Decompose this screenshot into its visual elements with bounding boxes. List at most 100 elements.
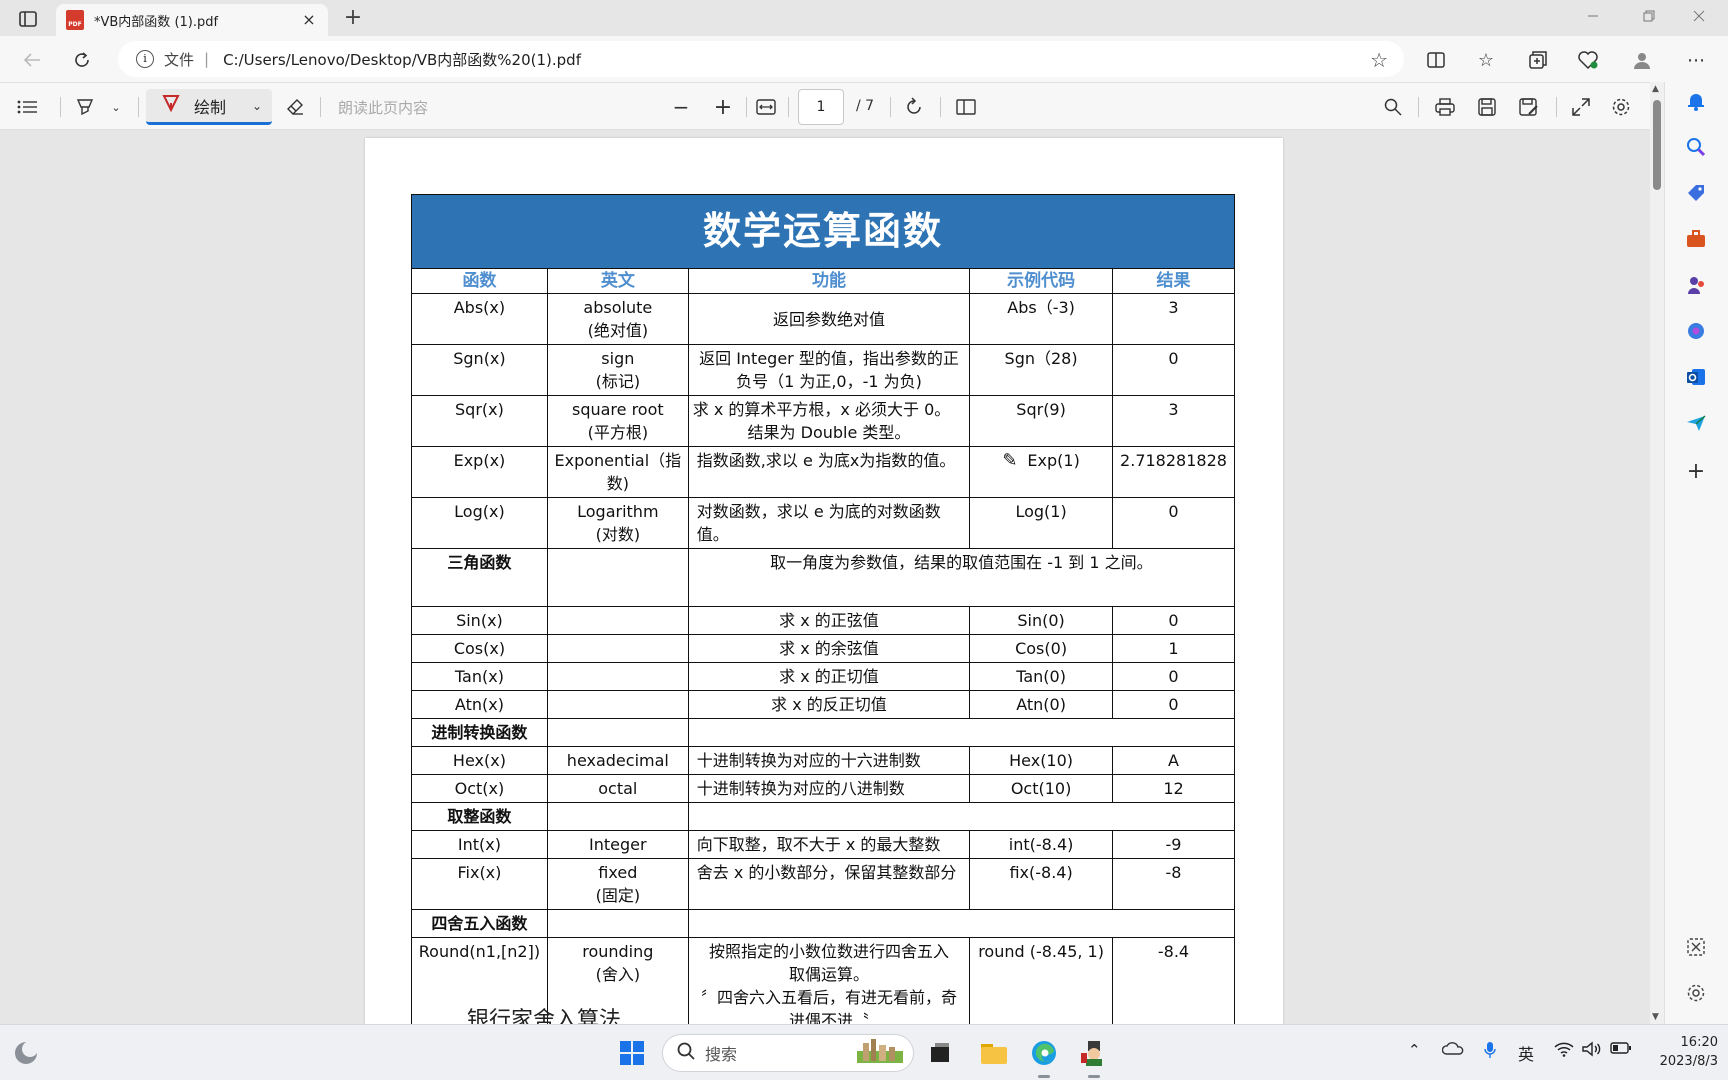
tab-close-button[interactable]: × xyxy=(300,11,318,29)
highlight-options-chevron-icon[interactable]: ⌄ xyxy=(106,93,126,121)
volume-icon[interactable] xyxy=(1582,1041,1602,1061)
example-cell: ✎ Exp(1) xyxy=(969,446,1113,498)
browser-essentials-icon[interactable] xyxy=(1572,44,1604,76)
back-button[interactable] xyxy=(16,44,48,76)
header-feature: 功能 xyxy=(687,268,971,294)
battery-icon[interactable] xyxy=(1610,1041,1632,1059)
url-text[interactable]: C:/Users/Lenovo/Desktop/VB内部函数%20(1).pdf xyxy=(223,49,581,70)
active-tab[interactable]: PDF *VB内部函数 (1).pdf × xyxy=(56,4,328,36)
windows-taskbar: 搜索 ⌃ 英 16:20 2023/8/3 xyxy=(0,1024,1728,1080)
scroll-down-icon[interactable]: ▼ xyxy=(1652,1012,1659,1022)
english-translation: (绝对值) xyxy=(587,321,649,340)
split-screen-icon[interactable] xyxy=(1420,44,1452,76)
address-toolbar: i 文件 | C:/Users/Lenovo/Desktop/VB内部函数%20… xyxy=(0,36,1728,82)
collections-icon[interactable] xyxy=(1522,44,1554,76)
search-icon[interactable] xyxy=(1683,134,1709,160)
print-icon[interactable] xyxy=(1432,93,1458,121)
onedrive-icon[interactable] xyxy=(1441,1041,1464,1059)
tray-overflow-chevron-icon[interactable]: ⌃ xyxy=(1408,1041,1421,1059)
feature-cell: 按照指定的小数位数进行四舍五入 取偶运算。 〞四舍六入五看后，有进无看前，奇 进… xyxy=(687,937,971,1024)
page-number-input[interactable]: 1 xyxy=(798,89,844,125)
contents-list-icon[interactable] xyxy=(14,93,40,121)
search-icon[interactable] xyxy=(1380,93,1406,121)
save-icon[interactable] xyxy=(1474,93,1500,121)
pdf-viewer[interactable]: 数学运算函数 函数 英文 功能 示例代码 结果 Abs(x) absolute (… xyxy=(0,130,1650,1024)
info-icon[interactable]: i xyxy=(136,50,154,68)
english-translation: (舍入) xyxy=(595,965,641,984)
wifi-icon[interactable] xyxy=(1554,1041,1574,1061)
section-title: 取整函数 xyxy=(411,802,548,831)
table-row: Exp(x) Exponential（指 数) 指数函数,求以 e 为底x为指数的… xyxy=(411,446,1236,498)
refresh-button[interactable] xyxy=(66,44,98,76)
english-cell: Logarithm (对数) xyxy=(546,497,689,549)
rotate-icon[interactable] xyxy=(900,93,928,121)
pdf-settings-gear-icon[interactable] xyxy=(1608,93,1634,121)
favorite-star-icon[interactable]: ☆ xyxy=(1370,48,1388,72)
table-banner-row: 数学运算函数 xyxy=(411,194,1235,269)
more-menu-icon[interactable]: ⋯ xyxy=(1680,44,1712,76)
feature-cell: 求 x 的算术平方根，x 必须大于 0。 结果为 Double 类型。 xyxy=(687,395,971,447)
file-scheme-label: 文件 xyxy=(164,50,195,69)
page-view-icon[interactable] xyxy=(952,93,980,121)
start-button[interactable] xyxy=(614,1035,650,1071)
edge-browser-icon[interactable] xyxy=(1026,1035,1062,1071)
draw-options-chevron-icon[interactable]: ⌄ xyxy=(252,99,262,113)
new-tab-button[interactable]: + xyxy=(340,6,366,32)
result-cell: 3 xyxy=(1111,395,1236,447)
english-cell xyxy=(546,634,689,663)
example-cell: round (-8.45, 1) xyxy=(969,937,1113,1024)
feature-cell: 返回 Integer 型的值，指出参数的正 负号（1 为正,0，-1 为负) xyxy=(687,344,971,396)
feature-cell: 求 x 的反正切值 xyxy=(687,690,971,719)
toolbar-divider xyxy=(940,97,941,117)
scrollbar-thumb[interactable] xyxy=(1653,100,1661,190)
profile-avatar[interactable] xyxy=(1626,44,1658,76)
favorites-icon[interactable]: ☆ xyxy=(1470,44,1502,76)
zoom-in-icon[interactable]: + xyxy=(710,93,736,121)
fit-to-width-icon[interactable] xyxy=(752,93,780,121)
widgets-icon[interactable] xyxy=(8,1035,44,1071)
result-cell: -8 xyxy=(1111,858,1236,910)
scheme-separator: | xyxy=(204,50,210,68)
app-character-icon[interactable] xyxy=(1076,1035,1112,1071)
restore-button[interactable] xyxy=(1634,6,1664,30)
eraser-icon[interactable] xyxy=(282,93,308,121)
scroll-up-icon[interactable]: ▲ xyxy=(1652,84,1659,94)
draw-button[interactable]: 绘制 ⌄ xyxy=(146,89,272,125)
add-sidebar-app-icon[interactable]: + xyxy=(1683,458,1709,484)
ime-indicator[interactable]: 英 xyxy=(1518,1041,1534,1065)
taskbar-search[interactable]: 搜索 xyxy=(662,1034,914,1072)
table-row: Hex(x) hexadecimal 十进制转换为对应的十六进制数 Hex(10… xyxy=(411,746,1236,775)
pencil-icon: ✎ xyxy=(1002,450,1018,471)
fullscreen-icon[interactable] xyxy=(1568,93,1594,121)
task-view-icon[interactable] xyxy=(922,1035,958,1071)
highlight-icon[interactable] xyxy=(72,93,98,121)
tab-actions-icon[interactable] xyxy=(16,8,40,30)
file-explorer-icon[interactable] xyxy=(976,1035,1012,1071)
read-aloud-button[interactable]: 朗读此页内容 xyxy=(338,97,428,118)
toolbar-divider xyxy=(138,97,139,117)
active-app-indicator xyxy=(1038,1075,1050,1078)
viewer-scrollbar[interactable]: ▲ ▼ xyxy=(1650,82,1664,1024)
outlook-icon[interactable] xyxy=(1683,364,1709,390)
tools-briefcase-icon[interactable] xyxy=(1683,226,1709,252)
system-clock[interactable]: 16:20 2023/8/3 xyxy=(1648,1033,1718,1071)
zoom-out-icon[interactable]: − xyxy=(668,93,694,121)
example-cell: Sgn（28) xyxy=(969,344,1113,396)
games-icon[interactable] xyxy=(1683,272,1709,298)
feature-cell: 对数函数，求以 e 为底的对数函数 值。 xyxy=(687,497,971,549)
close-window-button[interactable] xyxy=(1684,6,1714,30)
sidebar-settings-gear-icon[interactable] xyxy=(1683,980,1709,1006)
table-row: Atn(x) 求 x 的反正切值 Atn(0) 0 xyxy=(411,690,1236,719)
shopping-tag-icon[interactable] xyxy=(1683,180,1709,206)
save-as-icon[interactable] xyxy=(1516,93,1542,121)
copilot-icon[interactable] xyxy=(1683,318,1709,344)
notification-bell-icon[interactable] xyxy=(1683,88,1709,114)
address-bar[interactable]: i 文件 | C:/Users/Lenovo/Desktop/VB内部函数%20… xyxy=(118,41,1404,77)
minimize-button[interactable] xyxy=(1578,6,1608,30)
microphone-icon[interactable] xyxy=(1484,1041,1496,1063)
english-text: square root xyxy=(571,400,664,419)
example-cell: int(-8.4) xyxy=(969,830,1113,859)
section-title: 三角函数 xyxy=(411,548,548,607)
drop-send-icon[interactable] xyxy=(1683,410,1709,436)
screenshot-icon[interactable] xyxy=(1683,934,1709,960)
